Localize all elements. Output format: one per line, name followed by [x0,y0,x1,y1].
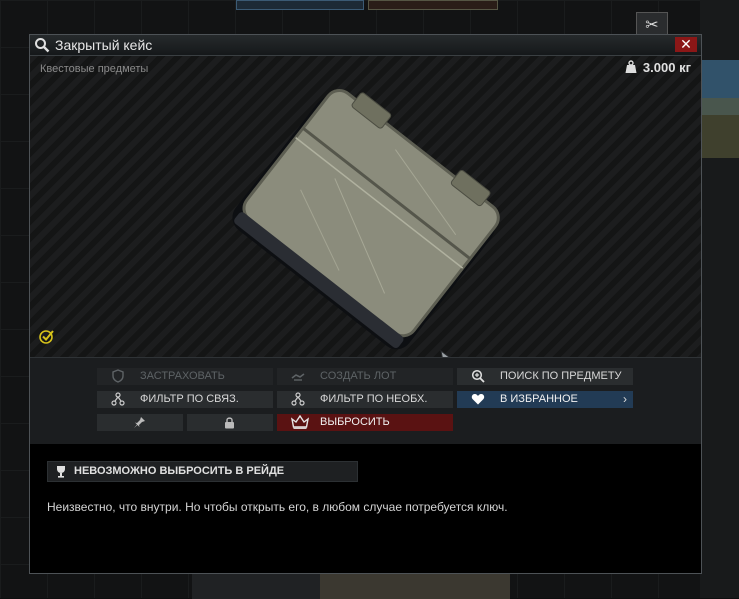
background-slot [368,0,498,10]
search-by-item-label: ПОИСК ПО ПРЕДМЕТУ [500,370,622,382]
insure-label: ЗАСТРАХОВАТЬ [140,370,225,382]
discard-button[interactable]: ВЫБРОСИТЬ [277,414,453,431]
lock-icon [225,417,234,429]
raid-restriction-text: НЕВОЗМОЖНО ВЫБРОСИТЬ В РЕЙДЕ [74,465,285,477]
filter-linked-button[interactable]: ФИЛЬТР ПО СВЯЗ. [97,391,273,408]
pin-icon [134,417,145,428]
search-by-item-button[interactable]: ПОИСК ПО ПРЕДМЕТУ [457,368,633,385]
chevron-right-icon: › [623,392,627,406]
background-panel-block [700,98,739,158]
search-icon [35,38,50,53]
add-to-favorites-label: В ИЗБРАННОЕ [500,393,578,405]
pin-button[interactable] [97,414,183,431]
background-side-panel [700,0,739,598]
handshake-icon [291,373,305,381]
crown-icon [291,415,309,429]
item-actions-panel: ЗАСТРАХОВАТЬ СОЗДАТЬ ЛОТ ПОИСК ПО ПРЕДМЕ… [30,357,701,445]
locked-case-image [232,88,500,350]
background-stash-item [192,572,510,599]
trophy-icon [57,466,65,478]
item-weight: 3.000 кг [625,60,691,75]
background-slot [236,0,364,10]
magnifier-plus-icon [471,369,485,383]
create-offer-button[interactable]: СОЗДАТЬ ЛОТ [277,368,453,385]
window-title: Закрытый кейс [55,37,153,53]
insure-button[interactable]: ЗАСТРАХОВАТЬ [97,368,273,385]
raid-restriction-banner: НЕВОЗМОЖНО ВЫБРОСИТЬ В РЕЙДЕ [47,461,358,482]
background-item-image [320,573,510,599]
add-to-favorites-button[interactable]: В ИЗБРАННОЕ › [457,391,633,408]
close-button[interactable]: ✕ [675,37,697,52]
create-offer-label: СОЗДАТЬ ЛОТ [320,370,397,382]
lock-button[interactable] [187,414,273,431]
item-description: Неизвестно, что внутри. Но чтобы открыть… [47,500,508,514]
filter-required-label: ФИЛЬТР ПО НЕОБХ. [320,393,428,405]
item-info-section: НЕВОЗМОЖНО ВЫБРОСИТЬ В РЕЙДЕ Неизвестно,… [30,444,701,573]
item-weight-value: 3.000 кг [642,60,691,75]
shield-icon [112,369,124,383]
item-inspect-window: Закрытый кейс ✕ Квестовые предметы 3.000… [29,34,702,574]
filter-required-button[interactable]: ФИЛЬТР ПО НЕОБХ. [277,391,453,408]
link-nodes-icon [291,392,305,406]
weight-icon [625,60,637,73]
link-nodes-icon [111,392,125,406]
window-titlebar[interactable]: Закрытый кейс ✕ [30,35,701,56]
item-category: Квестовые предметы [40,63,149,75]
item-preview: Квестовые предметы 3.000 кг [30,56,701,357]
discard-label: ВЫБРОСИТЬ [320,416,390,428]
heart-icon [471,394,485,405]
quest-check-icon [39,330,54,344]
filter-linked-label: ФИЛЬТР ПО СВЯЗ. [140,393,239,405]
